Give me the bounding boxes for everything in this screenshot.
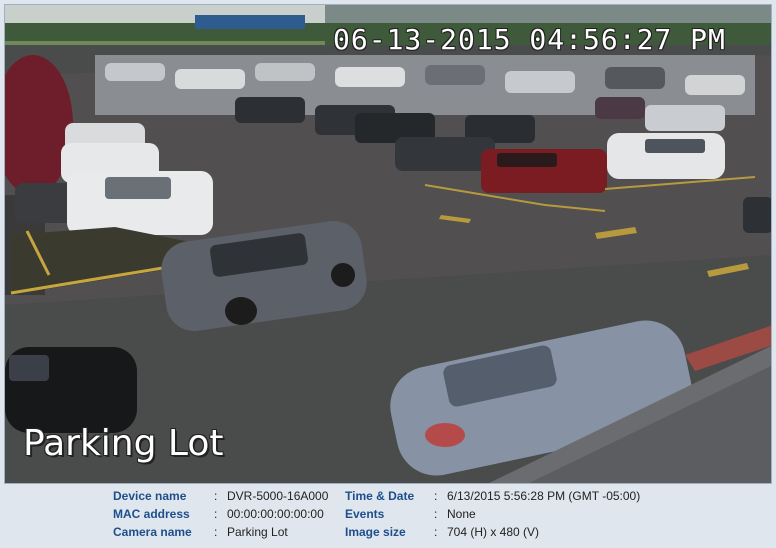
events-value: None [447,507,476,521]
image-size-label: Image size [345,525,406,539]
mac-address-label: MAC address [113,507,190,521]
events-label: Events [345,507,385,521]
info-row-3: Camera name : Parking Lot Image size : 7… [0,525,776,543]
camera-name-value: Parking Lot [227,525,288,539]
timestamp-overlay: 06-13-2015 04:56:27 PM [333,23,726,56]
time-date-label: Time & Date [345,489,415,503]
mac-address-value: 00:00:00:00:00:00 [227,507,324,521]
image-size-colon: : [434,525,438,539]
camera-name-label: Camera name [113,525,192,539]
camera-view: 06-13-2015 04:56:27 PM Parking Lot [4,4,772,484]
device-info-panel: Device name : DVR-5000-16A000 Time & Dat… [0,484,776,548]
camera-name-overlay: Parking Lot [23,423,224,464]
device-name-label: Device name [113,489,187,503]
time-date-colon: : [434,489,438,503]
events-colon: : [434,507,438,521]
mac-address-colon: : [214,507,218,521]
camera-image [5,5,771,483]
info-row-2: MAC address : 00:00:00:00:00:00 Events :… [0,507,776,525]
image-size-value: 704 (H) x 480 (V) [447,525,540,539]
time-date-value: 6/13/2015 5:56:28 PM (GMT -05:00) [447,489,641,503]
device-name-colon: : [214,489,218,503]
device-name-value: DVR-5000-16A000 [227,489,329,503]
info-row-1: Device name : DVR-5000-16A000 Time & Dat… [0,489,776,507]
camera-name-colon: : [214,525,218,539]
